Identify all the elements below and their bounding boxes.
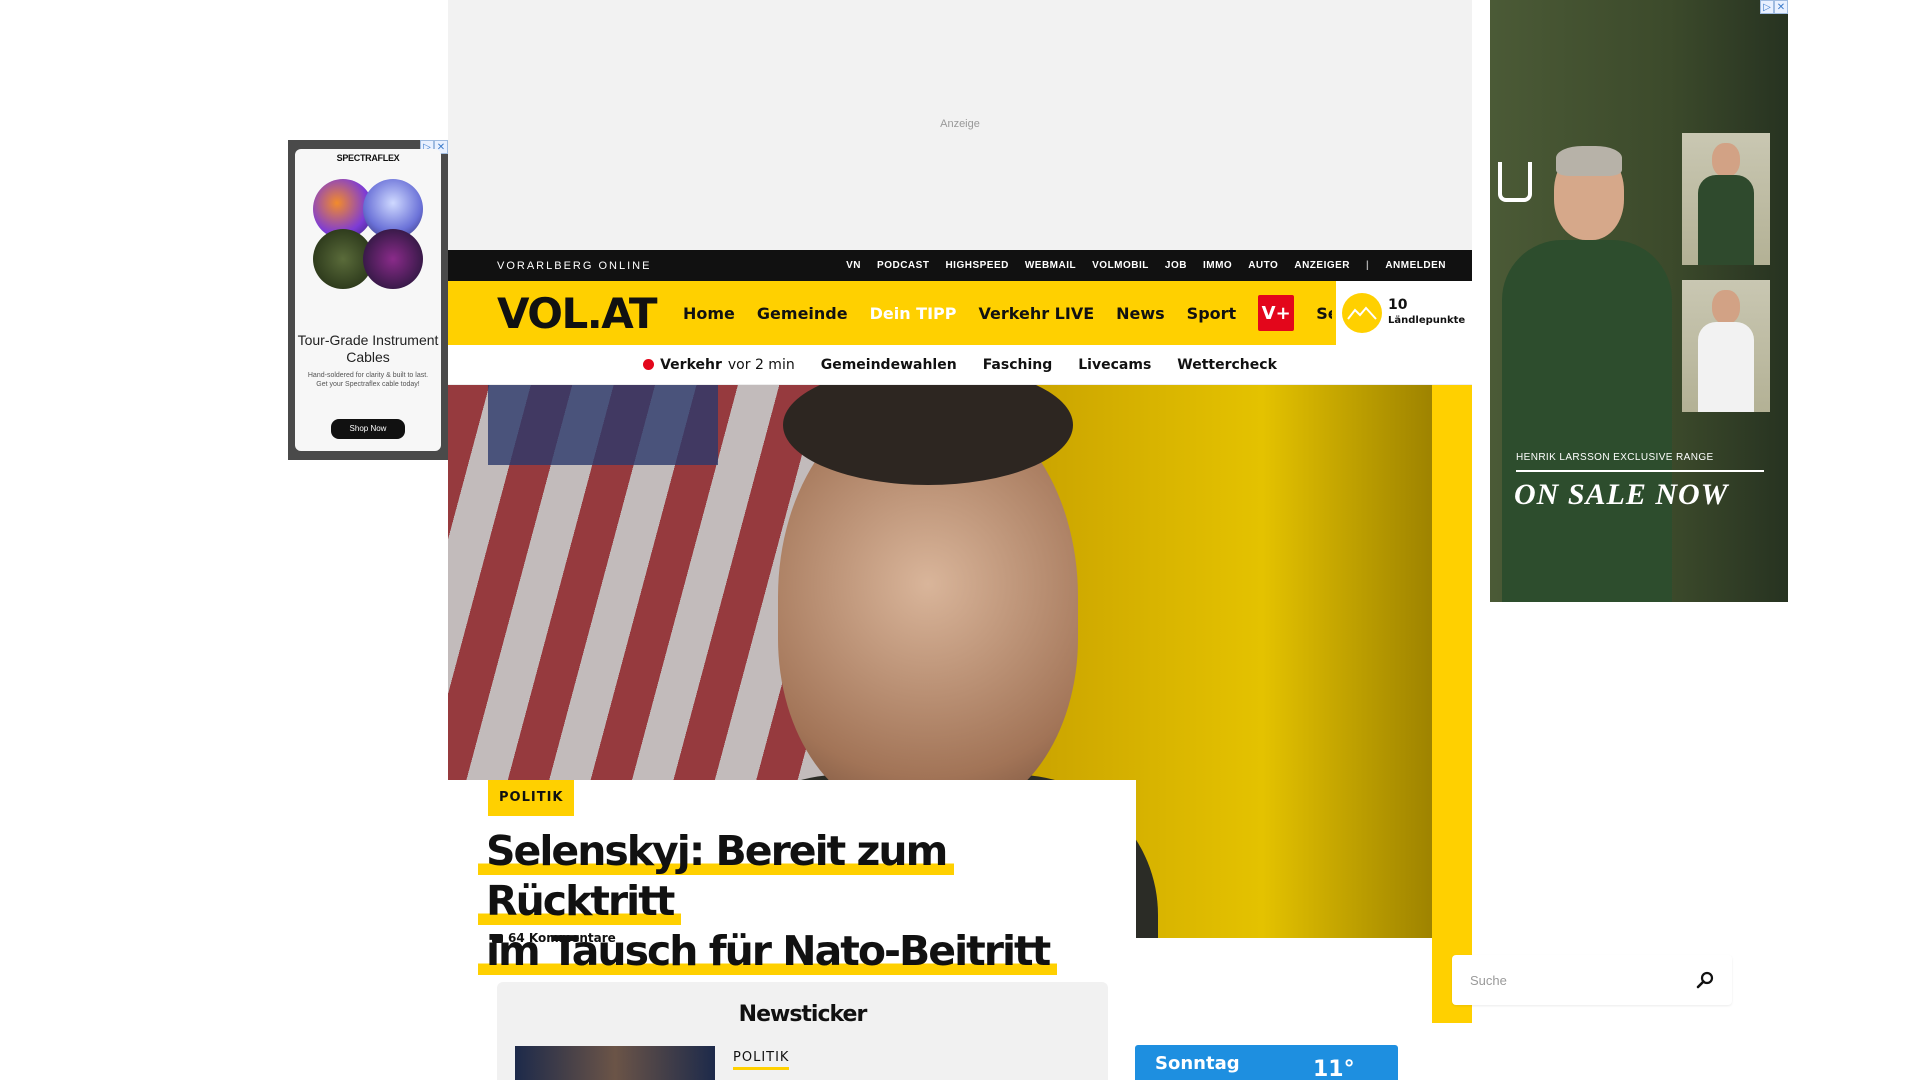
article-headline[interactable]: Selenskyj: Bereit zum Rücktritt im Tausc… [478,826,1118,976]
search-input[interactable] [1470,972,1696,988]
vplus-button[interactable]: V+ [1258,295,1295,331]
site: VORARLBERG ONLINE VN PODCAST HIGHSPEED W… [448,250,1732,1080]
site-tagline: VORARLBERG ONLINE [497,259,652,272]
page: Anzeige ▷ ✕ SPECTRAFLEX Tour-Grade Instr… [0,0,1920,1080]
utility-link-auto[interactable]: AUTO [1248,260,1278,271]
ad-product-thumb [1682,133,1770,265]
top-ad-banner[interactable]: Anzeige [448,0,1472,250]
utility-link-highspeed[interactable]: HIGHSPEED [945,260,1008,271]
main-nav-items: Home Gemeinde Dein TIPP Verkehr LIVE New… [683,295,1383,331]
comment-icon [492,933,503,943]
nav-home[interactable]: Home [683,304,735,323]
weather-widget[interactable]: Sonntag 11° [1135,1045,1398,1080]
ad-product-thumb [1682,280,1770,412]
utility-link-podcast[interactable]: PODCAST [877,260,929,271]
divider: | [1366,260,1370,271]
subnav-fasching[interactable]: Fasching [983,357,1053,373]
utility-link-job[interactable]: JOB [1165,260,1187,271]
nav-news[interactable]: News [1116,304,1165,323]
nav-verkehr-live[interactable]: Verkehr LIVE [979,304,1095,323]
headline-line-1: Selenskyj: Bereit zum Rücktritt [478,827,955,925]
ad-info-icon[interactable]: ▷ [1760,0,1774,14]
sidebar-yellow-panel [1432,385,1472,1023]
search-icon[interactable] [1696,971,1714,989]
points-value: 10 [1388,297,1408,313]
ad-label: Anzeige [940,118,980,130]
top-utility-bar: VORARLBERG ONLINE VN PODCAST HIGHSPEED W… [448,250,1472,281]
live-traffic-ticker[interactable]: Verkehr vor 2 min [643,357,795,373]
ad-divider [1516,470,1764,472]
newsticker-category[interactable]: POLITIK [733,1050,790,1070]
ad-card[interactable]: SPECTRAFLEX Tour-Grade Instrument Cables… [295,149,441,451]
newsticker-thumbnail[interactable] [515,1046,715,1080]
subnav-gemeindewahlen[interactable]: Gemeindewahlen [821,357,957,373]
comments-link[interactable]: 64 Kommentare [492,931,616,945]
secondary-navigation: Verkehr vor 2 min Gemeindewahlen Faschin… [448,345,1472,385]
utility-link-immo[interactable]: IMMO [1203,260,1232,271]
main-navigation: VOL.AT Home Gemeinde Dein TIPP Verkehr L… [448,281,1472,345]
ad-choices[interactable]: ▷ ✕ [1760,0,1788,14]
nav-sport[interactable]: Sport [1187,304,1237,323]
newsticker-box: Newsticker POLITIK [497,982,1108,1080]
ad-subtext: Hand-soldered for clarity & built to las… [307,372,429,388]
live-label: Verkehr [660,356,722,373]
comments-count: 64 Kommentare [508,931,616,945]
ad-sale-text: ON SALE NOW [1514,478,1729,511]
ad-shop-button[interactable]: Shop Now [331,419,405,439]
login-link[interactable]: ANMELDEN [1385,260,1446,271]
right-skyscraper-ad[interactable]: ▷ ✕ HENRIK LARSSON EXCLUSIVE RANGE ON SA… [1490,0,1788,602]
site-logo[interactable]: VOL.AT [497,289,658,338]
category-badge[interactable]: POLITIK [488,780,575,816]
subnav-livecams[interactable]: Livecams [1078,357,1151,373]
live-time: vor 2 min [727,356,795,373]
weather-day: Sonntag [1155,1053,1240,1074]
ad-brand: SPECTRAFLEX [336,153,400,163]
ad-tagline: HENRIK LARSSON EXCLUSIVE RANGE [1516,452,1714,463]
mountain-sun-icon [1342,293,1382,333]
ad-headline: Tour-Grade Instrument Cables [297,332,439,365]
points-label: Ländlepunkte [1388,315,1466,326]
utility-links: VN PODCAST HIGHSPEED WEBMAIL VOLMOBIL JO… [846,260,1446,271]
weather-temp: 11° [1313,1057,1355,1080]
ad-close-icon[interactable]: ✕ [1774,0,1788,14]
subnav-wettercheck[interactable]: Wettercheck [1177,357,1277,373]
utility-link-volmobil[interactable]: VOLMOBIL [1092,260,1149,271]
utility-link-anzeiger[interactable]: ANZEIGER [1294,260,1350,271]
search-box[interactable] [1452,955,1732,1005]
utility-link-webmail[interactable]: WEBMAIL [1025,260,1076,271]
nav-dein-tipp[interactable]: Dein TIPP [870,304,957,323]
ad-model-image [1502,146,1672,602]
laendlepunkte-widget[interactable]: 10 Ländlepunkte [1332,281,1472,345]
ad-product-image [313,179,423,289]
utility-link-vn[interactable]: VN [846,260,861,271]
left-skyscraper-ad[interactable]: ▷ ✕ SPECTRAFLEX Tour-Grade Instrument Ca… [288,140,448,460]
live-dot-icon [643,359,655,370]
nav-gemeinde[interactable]: Gemeinde [757,304,848,323]
newsticker-title: Newsticker [738,1002,868,1027]
